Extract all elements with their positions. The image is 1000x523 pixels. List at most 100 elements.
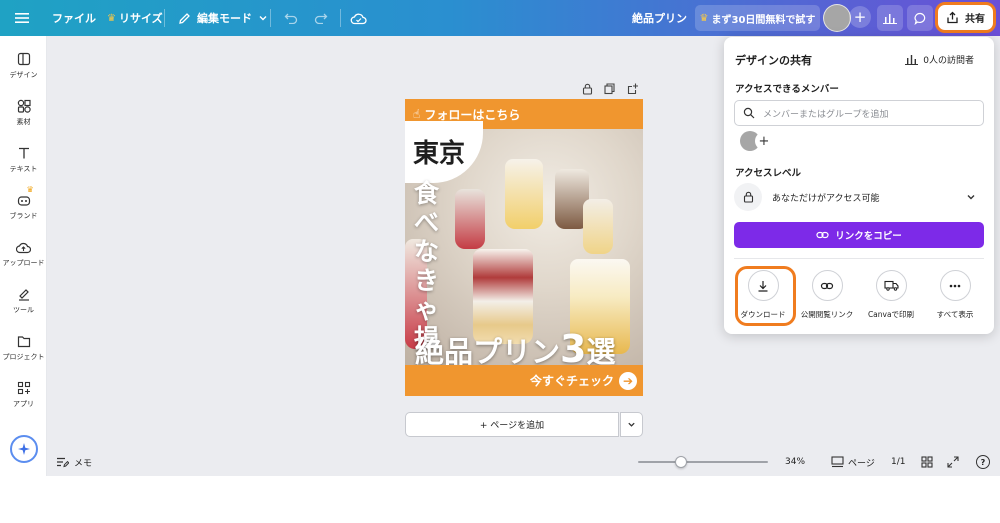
zoom-slider[interactable] [638, 448, 768, 476]
download-icon [758, 280, 768, 292]
headline-prefix: 絶品プリン [415, 335, 561, 369]
jar-image [583, 199, 613, 254]
grid-view-icon[interactable] [921, 448, 933, 476]
lock-icon [734, 183, 762, 211]
sidebar-item-label: テキスト [9, 165, 38, 173]
more-icon [949, 284, 961, 287]
share-option-see-all[interactable]: すべて表示 [925, 270, 985, 320]
cloud-sync-icon[interactable] [350, 0, 367, 36]
share-option-public-link[interactable]: 公開閲覧リンク [797, 270, 857, 320]
avatar[interactable] [823, 4, 851, 32]
share-option-label: Canvaで印刷 [867, 310, 915, 319]
trial-label: まず30日間無料で試す [711, 14, 816, 26]
add-page-menu-button[interactable] [620, 412, 643, 437]
share-option-download[interactable]: ダウンロード [733, 270, 793, 320]
city-text: 東京 [413, 139, 466, 169]
link-icon [820, 282, 834, 289]
brand-icon [17, 196, 30, 206]
copy-link-button[interactable]: リンクをコピー [734, 222, 984, 248]
trial-button[interactable]: ♛ まず30日間無料で試す [695, 5, 820, 31]
members-label: アクセスできるメンバー [735, 84, 839, 95]
cta-banner: 今すぐチェック ➔ [405, 365, 643, 396]
access-level-label: アクセスレベル [735, 168, 802, 179]
chevron-down-icon [628, 422, 635, 427]
visitors-label: 0人の訪問者 [923, 56, 974, 66]
design-title[interactable]: 絶品プリン [632, 0, 687, 36]
file-menu[interactable]: ファイル [52, 0, 96, 36]
notes-button[interactable]: メモ [56, 448, 92, 476]
notes-icon [57, 457, 69, 468]
share-option-print[interactable]: Canvaで印刷 [861, 270, 921, 320]
share-button[interactable]: 共有 [935, 2, 996, 33]
apps-icon [17, 381, 30, 395]
page-count-label: 1/1 [891, 457, 906, 467]
pages-icon [831, 456, 844, 468]
divider [270, 9, 271, 27]
sidebar-item-label: ツール [13, 306, 34, 314]
sidebar-item-projects[interactable]: プロジェクト [0, 330, 47, 370]
sidebar-item-label: デザイン [9, 71, 38, 79]
lock-icon[interactable] [582, 80, 593, 95]
add-page-icon[interactable] [627, 80, 638, 95]
bar-chart-icon[interactable] [877, 5, 903, 31]
sidebar-item-label: プロジェクト [2, 353, 45, 361]
access-level-select[interactable]: あなただけがアクセス可能 [734, 183, 984, 211]
sidebar-item-design[interactable]: デザイン [0, 48, 47, 88]
search-placeholder: メンバーまたはグループを追加 [763, 109, 889, 120]
comment-icon[interactable] [907, 5, 933, 31]
sidebar-item-uploads[interactable]: アップロード [0, 236, 47, 276]
member-search-input[interactable]: メンバーまたはグループを追加 [734, 100, 984, 126]
arrow-right-icon: ➔ [619, 371, 637, 390]
sidebar-item-label: アプリ [13, 400, 34, 408]
divider [164, 9, 165, 27]
sidebar-item-apps[interactable]: アプリ [0, 377, 47, 417]
fullscreen-icon[interactable] [947, 448, 959, 476]
sidebar-item-tools[interactable]: ツール [0, 283, 47, 323]
resize-label: リサイズ [118, 12, 163, 25]
zoom-thumb[interactable] [674, 456, 687, 468]
follow-text: フォローはこちら [424, 107, 521, 122]
visitors-button[interactable]: 0人の訪問者 [905, 53, 974, 66]
plus-icon[interactable]: + [849, 6, 871, 28]
sidebar-item-text[interactable]: テキスト [0, 142, 47, 182]
undo-icon[interactable] [284, 0, 298, 36]
notes-label: メモ [74, 458, 93, 469]
crown-icon: ♛ [26, 185, 34, 194]
truck-icon [883, 280, 899, 291]
crown-icon: ♛ [699, 12, 709, 24]
pages-button[interactable]: ページ [831, 448, 875, 476]
resize-button[interactable]: ♛ リサイズ [107, 0, 163, 36]
upload-icon [16, 242, 31, 253]
design-page[interactable]: ☝ フォローはこちら 東京 食べなきゃ損 絶品プリン3選 今すぐチェック ➔ [405, 99, 643, 396]
zoom-value[interactable]: 34% [785, 448, 805, 476]
zoom-label: 34% [785, 457, 806, 467]
crown-icon: ♛ [107, 12, 116, 24]
sidebar-item-elements[interactable]: 素材 [0, 95, 47, 135]
share-panel: デザインの共有 0人の訪問者 アクセスできるメンバー メンバーまたはグループを追… [724, 37, 994, 334]
redo-icon[interactable] [314, 0, 328, 36]
pencil-icon [179, 12, 190, 24]
sidebar-item-label: ブランド [9, 212, 38, 220]
sidebar-item-brand[interactable]: ♛ ブランド [0, 185, 47, 229]
edit-mode-button[interactable]: 編集モード [178, 0, 268, 36]
divider [340, 9, 341, 27]
magic-button[interactable] [10, 435, 38, 463]
draw-icon [18, 289, 29, 301]
add-member-icon[interactable]: + [755, 132, 773, 150]
help-button[interactable]: ? [976, 448, 990, 476]
sidebar-item-label: 素材 [16, 118, 31, 126]
add-page-button[interactable]: + ページを追加 [405, 412, 619, 437]
menu-icon[interactable] [15, 0, 29, 36]
share-panel-title: デザインの共有 [735, 54, 812, 67]
pages-label: ページ [848, 458, 875, 469]
bottom-bar: メモ 34% ページ 1/1 ? [47, 448, 1000, 476]
link-icon [816, 231, 829, 239]
duplicate-icon[interactable] [604, 80, 615, 95]
zoom-track [638, 461, 768, 463]
top-bar: ファイル ♛リサイズ 編集モード 絶品プリン ♛まず30日間無料で試す + [0, 0, 1000, 36]
share-option-label: ダウンロード [740, 310, 786, 319]
share-label: 共有 [965, 14, 985, 25]
page-count[interactable]: 1/1 [891, 448, 905, 476]
share-option-label: すべて表示 [936, 310, 974, 319]
hand-pointer-icon: ☝ [413, 107, 421, 121]
